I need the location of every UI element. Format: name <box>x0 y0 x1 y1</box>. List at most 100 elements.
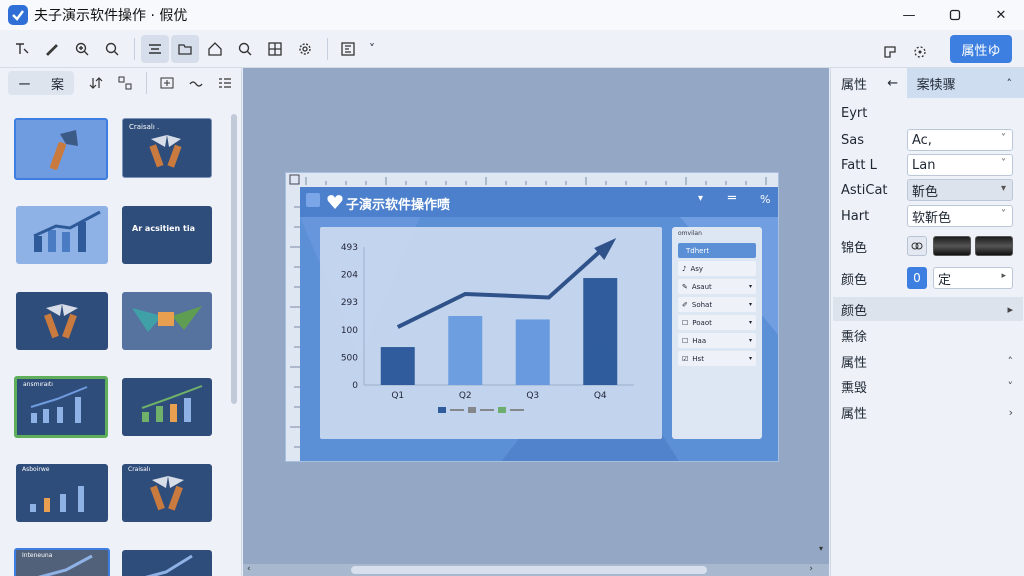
new-slide-icon[interactable] <box>153 69 180 97</box>
chart-container[interactable]: 0 500 100 293 204 493 Q1 Q2 Q3 Q4 <box>320 227 662 439</box>
target-icon[interactable] <box>906 38 934 66</box>
section-header[interactable]: 颜色 ▸ <box>833 297 1023 321</box>
properties-button[interactable]: 属性ゆ <box>950 35 1012 63</box>
color-text-value: 定 <box>938 272 952 288</box>
slide-thumbnail[interactable]: Ar acsitien tia <box>122 206 212 264</box>
menu-item[interactable]: ☑ Hst ▾ <box>678 351 756 366</box>
property-select[interactable]: 靳色 ▾ <box>907 179 1013 201</box>
sort-icon[interactable] <box>82 69 109 97</box>
slide-thumbnail[interactable]: Asboirwe <box>16 464 108 522</box>
scroll-thumb[interactable] <box>231 114 237 404</box>
scroll-down-arrow-icon[interactable]: ▾ <box>819 544 823 553</box>
chevron-up-icon[interactable]: ˄ <box>1007 77 1013 90</box>
section-header[interactable]: 属性 › <box>833 400 1023 424</box>
settings-gear-icon[interactable] <box>291 35 319 63</box>
link-icon[interactable] <box>907 236 927 256</box>
menu-lines-icon[interactable]: ═ <box>728 191 736 206</box>
menu-item[interactable]: ♪ Asy <box>678 261 756 276</box>
canvas-vscrollbar[interactable]: ▾ <box>817 68 827 564</box>
zoom-in-icon[interactable] <box>68 35 96 63</box>
back-arrow-icon[interactable]: ← <box>879 76 907 91</box>
tab-properties[interactable]: 属性 <box>831 68 879 98</box>
tab-animation[interactable]: 案犊骤 ˄ <box>906 68 1024 98</box>
hscroll-thumb[interactable] <box>351 566 707 574</box>
color-swatch-black-2[interactable] <box>975 236 1013 256</box>
section-header[interactable]: 熏徐 <box>833 323 1023 347</box>
slide-thumbnail[interactable]: Craisalı . <box>122 118 212 178</box>
x-tick-label: Q1 <box>391 391 404 401</box>
y-tick-label: 500 <box>341 353 358 363</box>
view-toggle[interactable]: ー 案 <box>8 71 75 95</box>
slide-thumbnail[interactable]: ansmıraıtı <box>14 376 108 438</box>
slide-thumbnail[interactable] <box>122 378 212 436</box>
chevron-up-icon: ˄ <box>1007 354 1014 368</box>
menu-item[interactable]: Tdhert <box>678 243 756 258</box>
menu-item-icon: ♪ <box>682 264 687 273</box>
tools-icon <box>132 306 202 332</box>
thumbnail-scrollbar[interactable] <box>229 114 239 570</box>
dropdown-caret-icon: ▾ <box>748 283 752 290</box>
pen-icon[interactable] <box>38 35 66 63</box>
list-icon[interactable] <box>212 69 239 97</box>
chevron-down-icon[interactable]: ˅ <box>364 35 380 63</box>
editing-canvas[interactable]: 子演示软件操作啧 ▾ ═ % 0 500 100 293 204 493 Q1 Q2 Q3 Q4 … <box>243 68 829 576</box>
property-label: Fatt L <box>841 157 877 173</box>
property-select[interactable]: 软靳色 ˅ <box>907 205 1013 227</box>
color-text-field[interactable]: 定 ▸ <box>933 267 1013 289</box>
view-tab-b[interactable]: 案 <box>41 74 74 93</box>
menu-item[interactable]: ✐ Sohat ▾ <box>678 297 756 312</box>
section-header[interactable]: 属性 ˄ <box>833 349 1023 373</box>
layout-icon[interactable] <box>334 35 362 63</box>
property-select[interactable]: Lan ˅ <box>907 154 1013 176</box>
color-row-label: 锦色 <box>841 240 868 256</box>
color-swatch-black[interactable] <box>933 236 971 256</box>
property-select[interactable]: Ac, ˅ <box>907 129 1013 151</box>
home-icon[interactable] <box>201 35 229 63</box>
text-tool-icon[interactable] <box>8 35 36 63</box>
folder-icon[interactable] <box>171 34 199 63</box>
number-badge[interactable]: 0 <box>907 267 927 289</box>
chart-thumb-icon <box>141 385 203 422</box>
section-header[interactable]: 熏毁 ˅ <box>833 374 1023 398</box>
align-icon[interactable] <box>141 34 169 63</box>
slide-thumbnail[interactable] <box>122 550 212 576</box>
slide-title: 子演示软件操作啧 <box>346 198 451 213</box>
shape-icon[interactable] <box>876 38 904 66</box>
group-icon[interactable] <box>111 69 138 97</box>
chart-bar <box>515 319 550 385</box>
menu-item[interactable]: ☐ Poaot ▾ <box>678 315 756 330</box>
slide-thumbnail[interactable] <box>122 292 212 350</box>
slide-thumbnail[interactable]: Inteneuna <box>14 548 110 576</box>
grid-icon[interactable] <box>261 35 289 63</box>
panel-heading: Eyrt <box>841 106 868 121</box>
canvas-hscrollbar[interactable]: ‹ › <box>243 564 829 576</box>
property-value: Ac, <box>912 132 932 148</box>
slide-thumbnail[interactable] <box>16 206 108 264</box>
menu-item[interactable]: ☐ Haa ▾ <box>678 333 756 348</box>
title-bar: 夫子演示软件操作 · 假优 — ✕ <box>0 0 1024 30</box>
scroll-left-arrow-icon[interactable]: ‹ <box>247 564 251 574</box>
x-tick-label: Q4 <box>594 391 607 401</box>
minimize-button[interactable]: — <box>886 0 932 30</box>
menu-item-label: Sohat <box>691 300 713 309</box>
menu-header: omvilan <box>678 230 702 237</box>
slide-preview[interactable]: 子演示软件操作啧 ▾ ═ % 0 500 100 293 204 493 Q1 Q2 Q3 Q4 … <box>285 172 779 462</box>
slide-thumbnail[interactable] <box>16 292 108 350</box>
legend-swatch <box>468 407 476 413</box>
menu-item-icon: ☐ <box>682 318 689 327</box>
slide-thumbnail[interactable] <box>14 118 108 180</box>
close-button[interactable]: ✕ <box>978 0 1024 30</box>
maximize-button[interactable] <box>932 0 978 30</box>
dropdown-caret-icon[interactable]: ▾ <box>698 193 703 204</box>
scroll-right-arrow-icon[interactable]: › <box>809 564 813 574</box>
slide-thumbnail[interactable]: Craisalı <box>122 464 212 522</box>
menu-item[interactable]: ✎ Asaut ▾ <box>678 279 756 294</box>
panel-divider <box>146 72 148 94</box>
wave-icon[interactable] <box>183 69 210 97</box>
view-tab-a[interactable]: ー <box>8 74 41 93</box>
property-row: Sas Ac, ˅ <box>831 128 1024 152</box>
dropdown-caret-icon: ▾ <box>1000 183 1006 194</box>
search-icon[interactable] <box>98 35 126 63</box>
slide-checkbox[interactable] <box>306 193 320 207</box>
find-icon[interactable] <box>231 35 259 63</box>
